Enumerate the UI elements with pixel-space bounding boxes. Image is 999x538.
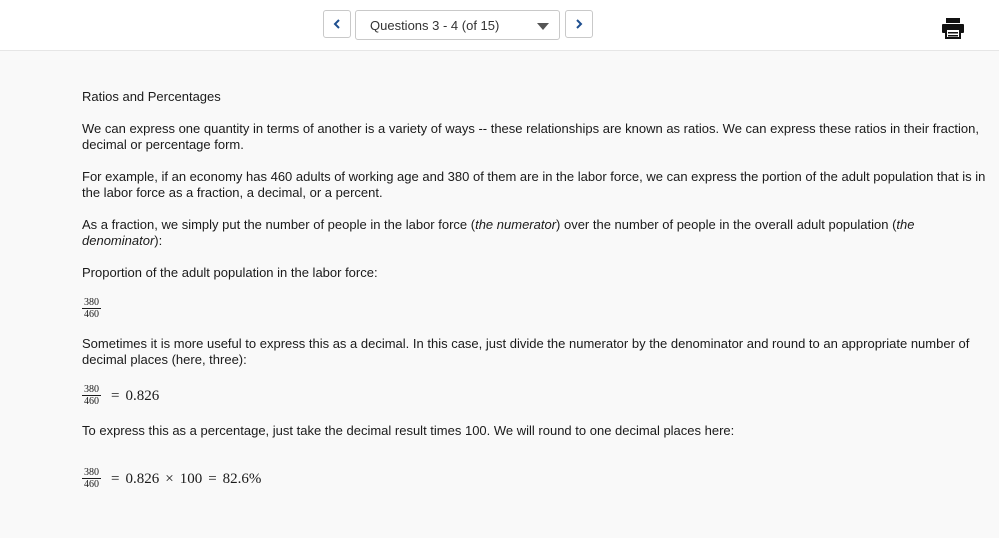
chevron-right-icon (576, 19, 583, 29)
caret-down-icon (537, 23, 549, 30)
question-select-value: Questions 3 - 4 (of 15) (370, 18, 500, 33)
fraction-numerator: 380 (82, 467, 101, 479)
hundred-value: 100 (179, 470, 203, 487)
fraction-denominator: 460 (84, 479, 99, 490)
top-toolbar: Questions 3 - 4 (of 15) (0, 0, 999, 51)
question-content: Ratios and Percentages We can express on… (82, 89, 994, 490)
times-sign: × (165, 470, 174, 487)
text: As a fraction, we simply put the number … (82, 217, 476, 232)
chevron-left-icon (333, 19, 340, 29)
decimal-value: 0.826 (125, 387, 160, 404)
fraction: 380 460 (82, 384, 101, 407)
percentage-expression: 380 460 = 0.826 × 100 = 82.6% (82, 467, 994, 490)
previous-question-button[interactable] (323, 10, 351, 38)
paragraph-decimal: Sometimes it is more useful to express t… (82, 336, 970, 367)
print-button[interactable] (941, 17, 965, 39)
equals-sign: = (208, 470, 217, 487)
printer-icon (942, 18, 964, 39)
fraction-denominator: 460 (84, 396, 99, 407)
fraction: 380 460 (82, 467, 101, 490)
paragraph-fraction: As a fraction, we simply put the number … (82, 217, 994, 249)
fraction-numerator: 380 (82, 297, 101, 309)
next-question-button[interactable] (565, 10, 593, 38)
decimal-value: 0.826 (125, 470, 160, 487)
equals-sign: = (111, 387, 120, 404)
decimal-expression: 380 460 = 0.826 (82, 384, 994, 407)
percent-value: 82.6% (222, 470, 262, 487)
fraction-numerator: 380 (82, 384, 101, 396)
fraction-expression: 380 460 (82, 297, 994, 320)
section-title: Ratios and Percentages (82, 89, 221, 104)
paragraph-ratios-intro: We can express one quantity in terms of … (82, 121, 979, 152)
paragraph-proportion: Proportion of the adult population in th… (82, 265, 378, 280)
paragraph-example: For example, if an economy has 460 adult… (82, 169, 986, 200)
question-select[interactable]: Questions 3 - 4 (of 15) (355, 10, 560, 40)
equals-sign: = (111, 470, 120, 487)
fraction: 380 460 (82, 297, 101, 320)
numerator-term: the numerator (475, 217, 557, 232)
text: ) over the number of people in the overa… (556, 217, 897, 232)
paragraph-percentage: To express this as a percentage, just ta… (82, 423, 735, 438)
text: ): (154, 233, 163, 248)
fraction-denominator: 460 (84, 309, 99, 320)
